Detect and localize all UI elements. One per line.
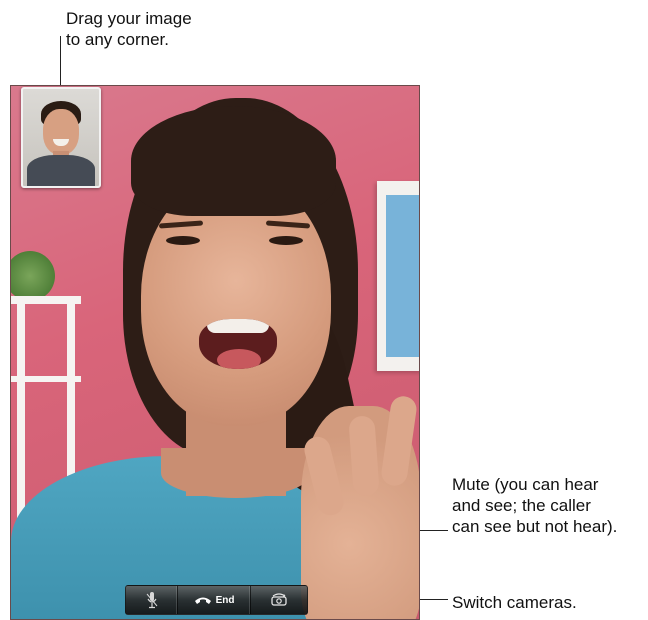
mute-button[interactable] [126,586,179,614]
switch-cameras-callout: Switch cameras. [452,593,577,612]
end-call-button[interactable]: End [178,586,251,614]
phone-handset-icon [194,595,212,605]
switch-camera-icon [268,593,290,607]
switch-camera-button[interactable] [251,586,307,614]
drag-image-callout: Drag your image to any corner. [66,9,192,49]
self-view-thumbnail[interactable] [21,87,101,188]
end-label: End [215,594,235,606]
call-control-bar: End [125,585,308,615]
microphone-icon [146,591,158,609]
drag-callout-leader [60,36,61,92]
mute-callout: Mute (you can hear and see; the caller c… [452,475,618,536]
